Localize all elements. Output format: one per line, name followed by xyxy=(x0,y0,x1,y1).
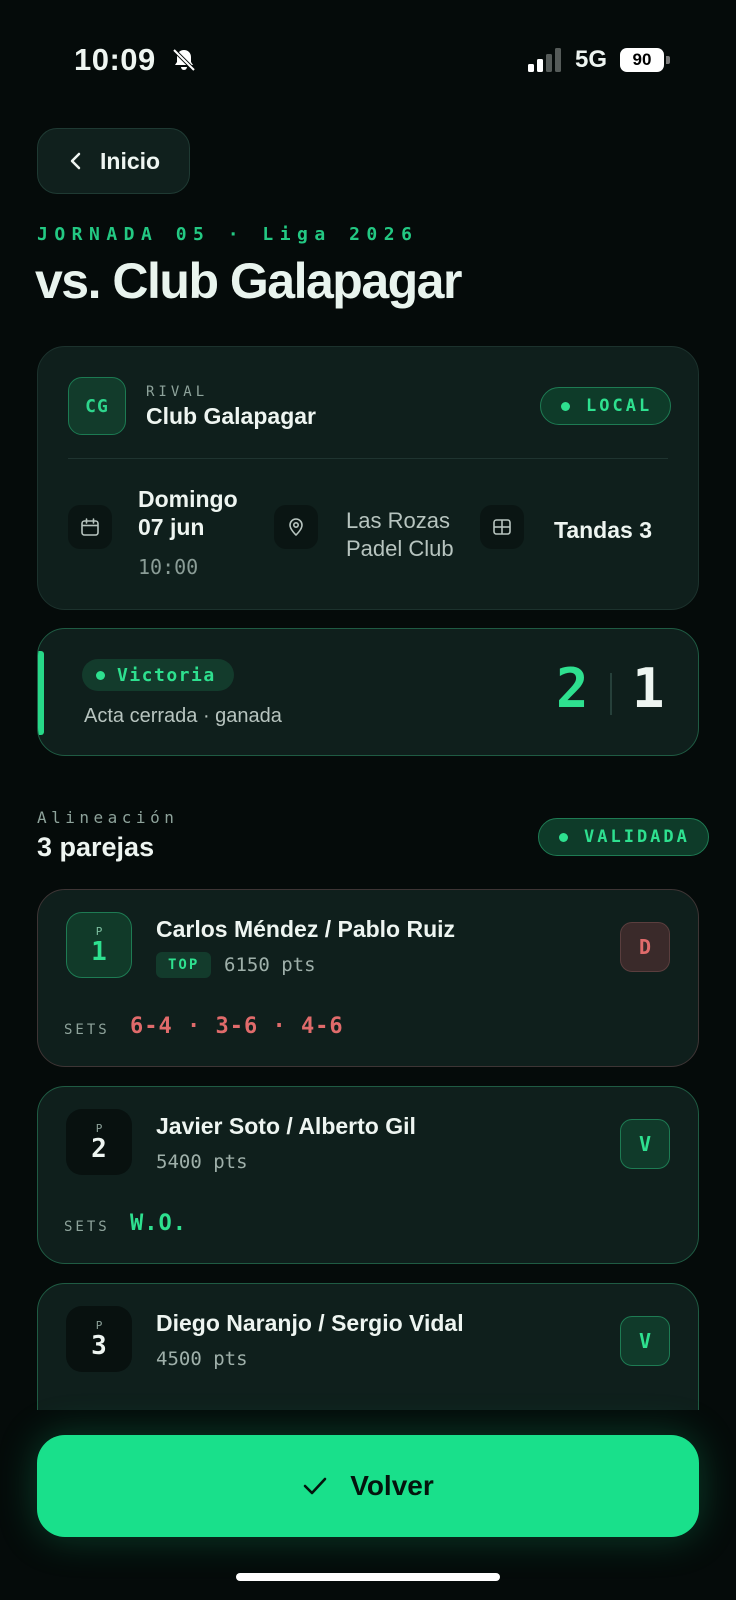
result-accent-bar xyxy=(38,651,44,735)
pair-position-badge: P 3 xyxy=(66,1306,132,1372)
status-dot xyxy=(559,832,568,842)
match-info-card: CG RIVAL Club Galapagar LOCAL Domingo 07… xyxy=(37,346,699,610)
battery-level: 90 xyxy=(620,48,664,72)
lineup-count: 3 parejas xyxy=(37,832,155,862)
back-button[interactable]: Inicio xyxy=(37,128,190,194)
pair-points: 6150 pts xyxy=(224,954,316,976)
result-card: Victoria Acta cerrada · ganada 2 1 xyxy=(37,628,699,756)
lineup-label: Alineación xyxy=(37,808,179,827)
sets-score: W.O. xyxy=(130,1211,187,1236)
network-type: 5G xyxy=(575,46,608,73)
pair-card[interactable]: P 2 Javier Soto / Alberto Gil 5400 pts V… xyxy=(37,1086,699,1264)
grid-icon xyxy=(480,505,524,549)
divider xyxy=(68,458,668,459)
venue-type-label: LOCAL xyxy=(586,396,653,416)
result-status-badge: Victoria xyxy=(82,659,234,691)
position-prefix: P xyxy=(95,924,103,938)
pair-result-badge: V xyxy=(620,1316,670,1366)
position-number: 3 xyxy=(91,1330,107,1361)
chevron-left-icon xyxy=(70,152,81,170)
pair-names: Carlos Méndez / Pablo Ruiz xyxy=(156,916,456,942)
pair-names: Javier Soto / Alberto Gil xyxy=(156,1113,416,1139)
tandas-count: Tandas 3 xyxy=(554,517,652,543)
result-summary: Acta cerrada · ganada xyxy=(84,705,282,727)
sets-label: SETS xyxy=(64,1022,110,1038)
pair-points: 4500 pts xyxy=(156,1348,248,1370)
position-prefix: P xyxy=(95,1121,103,1135)
sets-score: 6-4 · 3-6 · 4-6 xyxy=(130,1014,344,1039)
away-score: 1 xyxy=(632,657,665,720)
venue-name-line1: Las Rozas xyxy=(346,508,450,533)
position-number: 1 xyxy=(91,936,107,967)
match-day: Domingo xyxy=(138,486,238,512)
pair-card[interactable]: P 1 Carlos Méndez / Pablo Ruiz TOP 6150 … xyxy=(37,889,699,1067)
home-indicator[interactable] xyxy=(236,1573,500,1581)
pair-result-badge: V xyxy=(620,1119,670,1169)
rival-name: Club Galapagar xyxy=(146,403,316,429)
status-bar: 10:09 5G 90 xyxy=(0,0,736,120)
match-time: 10:00 xyxy=(138,555,199,579)
rival-logo: CG xyxy=(68,377,126,435)
position-number: 2 xyxy=(91,1133,107,1164)
rival-label: RIVAL xyxy=(146,384,209,400)
matchday-eyebrow: JORNADA 05 · Liga 2026 xyxy=(37,224,419,245)
signal-icon xyxy=(528,48,564,72)
venue-type-badge: LOCAL xyxy=(540,387,672,425)
bell-slash-icon xyxy=(170,46,198,74)
calendar-icon xyxy=(68,505,112,549)
match-date: 07 jun xyxy=(138,514,205,540)
back-cta-button[interactable]: Volver xyxy=(37,1435,699,1537)
position-prefix: P xyxy=(95,1318,103,1332)
venue-name-line2: Padel Club xyxy=(346,536,454,561)
battery-tip xyxy=(666,56,670,64)
pair-names: Diego Naranjo / Sergio Vidal xyxy=(156,1310,464,1336)
score-divider xyxy=(610,673,612,715)
status-time: 10:09 xyxy=(74,42,156,77)
check-icon xyxy=(303,1477,327,1495)
pair-points: 5400 pts xyxy=(156,1151,248,1173)
sets-label: SETS xyxy=(64,1219,110,1235)
pair-result-badge: D xyxy=(620,922,670,972)
lineup-status-badge: VALIDADA xyxy=(538,818,709,856)
location-pin-icon xyxy=(274,505,318,549)
home-score: 2 xyxy=(556,657,589,720)
cta-label: Volver xyxy=(350,1470,434,1501)
pair-position-badge: P 2 xyxy=(66,1109,132,1175)
lineup-status-label: VALIDADA xyxy=(584,827,690,847)
result-status-label: Victoria xyxy=(117,664,216,686)
page-title: vs. Club Galapagar xyxy=(35,253,462,309)
top-tag: TOP xyxy=(156,952,212,978)
status-dot xyxy=(96,670,105,680)
battery-icon: 90 xyxy=(620,48,670,72)
status-dot xyxy=(561,401,570,411)
back-button-label: Inicio xyxy=(100,147,161,174)
pair-position-badge: P 1 xyxy=(66,912,132,978)
